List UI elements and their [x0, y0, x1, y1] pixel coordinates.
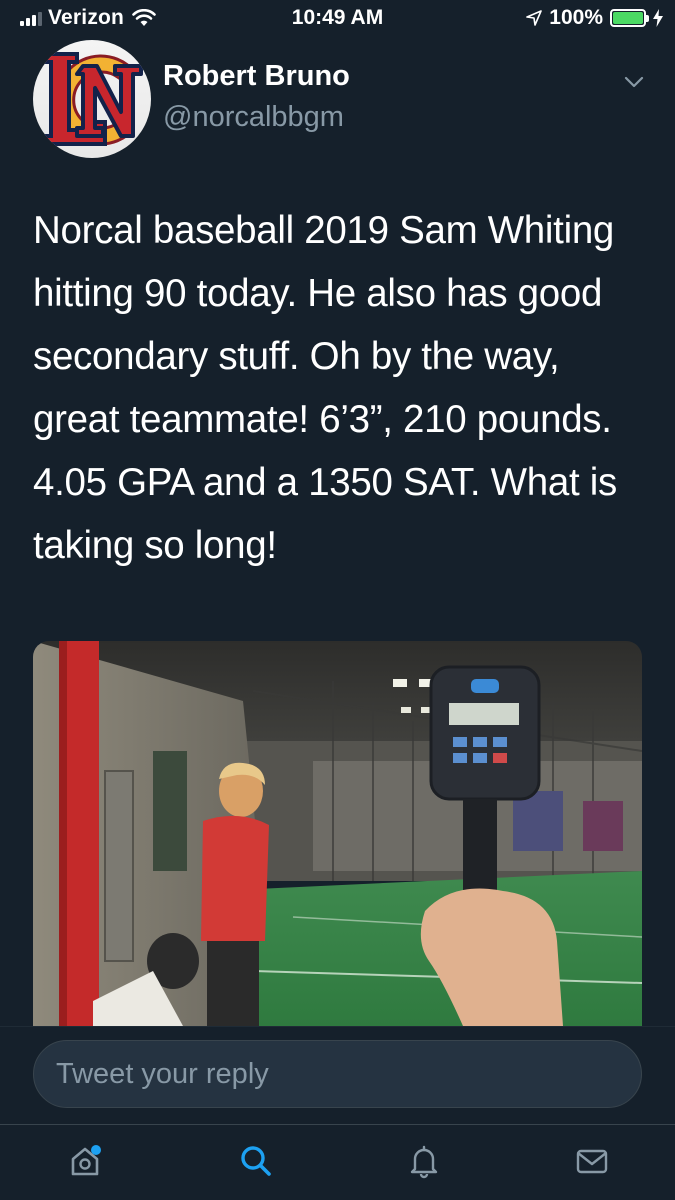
notification-badge: [91, 1145, 101, 1155]
battery-icon: [610, 9, 649, 27]
tweet-detail-screen: Verizon 10:49 AM 100% Robert Bruno @norc…: [0, 0, 675, 1200]
video-frame: [33, 641, 642, 1026]
author-handle[interactable]: @norcalbbgm: [163, 101, 344, 134]
battery-percent: 100%: [549, 6, 603, 29]
author-avatar[interactable]: [33, 40, 151, 158]
tab-notifications[interactable]: [402, 1139, 446, 1183]
reply-input[interactable]: Tweet your reply: [33, 1040, 642, 1108]
tweet-text: Norcal baseball 2019 Sam Whiting hitting…: [33, 209, 617, 567]
status-right: 100%: [526, 6, 663, 30]
tab-search[interactable]: [234, 1139, 278, 1183]
charging-bolt-icon: [653, 9, 663, 27]
search-icon: [241, 1146, 271, 1176]
author-name[interactable]: Robert Bruno: [163, 60, 350, 93]
messages-icon: [576, 1149, 608, 1174]
tweet-video[interactable]: [33, 641, 642, 1026]
tab-messages[interactable]: [570, 1139, 614, 1183]
nc-logo-icon: [33, 40, 151, 158]
chevron-down-icon[interactable]: [622, 72, 646, 92]
location-arrow-icon: [526, 10, 543, 26]
notifications-icon: [410, 1145, 438, 1179]
battery-fill: [613, 12, 643, 24]
reply-bar: Tweet your reply: [0, 1026, 675, 1124]
tab-bar: [0, 1124, 675, 1200]
status-bar: Verizon 10:49 AM 100%: [0, 0, 675, 36]
tab-home[interactable]: [63, 1139, 107, 1183]
